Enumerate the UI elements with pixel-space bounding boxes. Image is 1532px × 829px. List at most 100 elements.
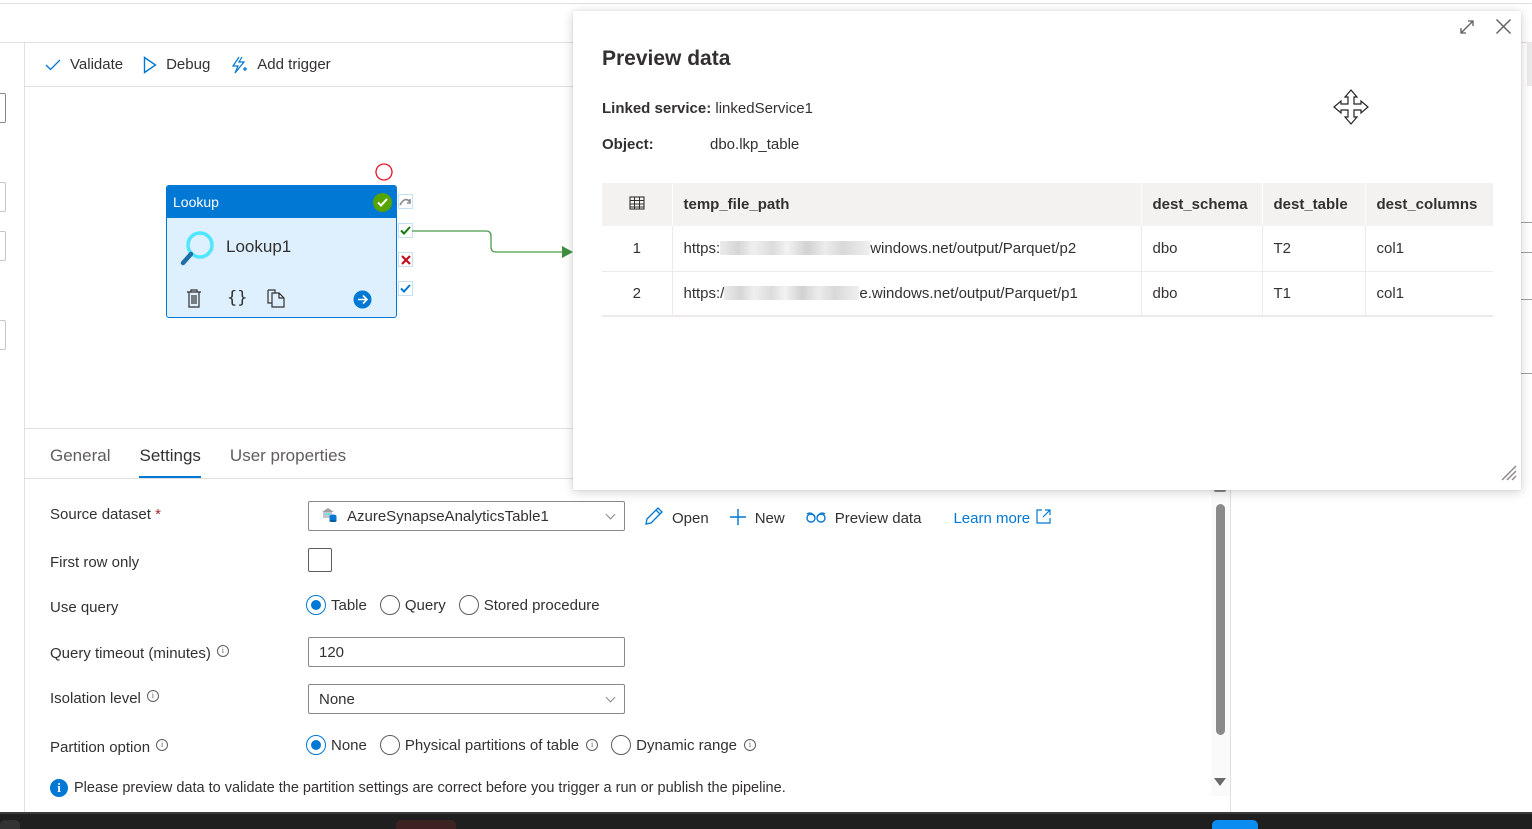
info-icon[interactable]: i [216,645,229,657]
redacted-blur [720,240,871,255]
query-timeout-input[interactable]: 120 [308,637,625,667]
partition-option-physical[interactable]: Physical partitions of table i [379,735,599,755]
isolation-level-select[interactable]: None [308,684,625,714]
skip-port-icon[interactable] [398,194,413,209]
partition-option-radio-group: None Physical partitions of table i Dynam… [306,735,769,755]
new-label: New [754,510,785,527]
copy-icon[interactable] [267,289,286,313]
info-filled-icon: i [50,779,68,797]
column-header[interactable]: dest_table [1261,183,1365,226]
navigate-arrow-icon[interactable] [353,290,372,314]
radio-unselected-icon [611,735,632,755]
learn-more-link[interactable]: Learn more [953,509,1051,528]
open-dataset-button[interactable]: Open [643,506,709,531]
first-row-only-label: First row only [50,554,140,571]
query-timeout-value: 120 [319,643,345,661]
column-header[interactable]: dest_schema [1140,183,1262,226]
use-query-radio-group: Table Query Stored procedure [306,595,613,615]
preview-data-button[interactable]: Preview data [805,510,921,527]
delete-icon[interactable] [186,289,202,313]
debug-label: Debug [166,56,211,73]
dest-table-cell: T1 [1261,271,1365,317]
info-icon[interactable]: i [156,739,169,751]
right-panel-divider [1521,373,1532,374]
dest-schema-cell: dbo [1140,271,1262,317]
row-index: 1 [602,226,672,272]
linked-service-row: Linked service: linkedService1 [602,100,813,117]
taskbar-button-active[interactable] [1212,820,1258,829]
code-braces-icon[interactable]: {} [227,288,247,308]
use-query-option-table[interactable]: Table [306,595,367,615]
canvas-divider [25,428,573,429]
app-window: Validate Debug Add trigger Lookup Lookup… [0,0,1532,829]
redacted-blur [724,285,860,300]
add-trigger-button[interactable]: Add trigger [230,56,331,74]
info-icon[interactable]: i [744,739,757,751]
close-icon[interactable] [1495,18,1512,40]
left-rail-item[interactable] [0,231,6,261]
required-marker: * [155,506,161,523]
tab-general[interactable]: General [50,446,110,478]
taskbar-button[interactable] [396,820,456,829]
use-query-option-stored-procedure[interactable]: Stored procedure [458,595,600,615]
preview-title: Preview data [602,47,731,70]
scrollbar-thumb[interactable] [1216,504,1225,735]
table-grid-icon [629,195,645,214]
temp-file-path-cell: https: windows.net/output/Parquet/p2 [671,226,1141,272]
left-rail-input[interactable] [0,93,6,123]
source-dataset-select[interactable]: AzureSynapseAnalyticsTable1 [308,501,625,531]
linked-service-label: Linked service: [602,100,712,117]
success-port-icon[interactable] [398,223,413,238]
learn-more-label: Learn more [953,510,1031,527]
properties-tabs: General Settings User properties [50,446,346,478]
column-header[interactable]: temp_file_path [671,183,1141,226]
partition-option-none[interactable]: None [306,735,367,755]
validate-button[interactable]: Validate [45,56,123,73]
checkmark-icon [45,58,61,72]
completion-port-icon[interactable] [398,281,413,296]
expand-icon[interactable] [1459,19,1475,40]
radio-unselected-icon [379,595,400,615]
chevron-down-icon [605,509,616,520]
lookup-activity-node[interactable]: Lookup Lookup1 {} [166,185,397,318]
success-status-icon [373,193,392,212]
info-icon[interactable]: i [146,690,159,702]
left-rail-item[interactable] [0,320,6,350]
table-row: 2 https:/ e.windows.net/output/Parquet/p1… [602,271,1493,317]
first-row-only-checkbox[interactable] [308,548,332,572]
new-dataset-button[interactable]: New [729,508,785,530]
dataset-actions: Open New Preview data Learn more [643,506,1051,531]
url-prefix: https:/ [683,284,725,302]
os-taskbar [0,812,1532,829]
info-icon[interactable]: i [586,739,599,751]
resize-handle-icon[interactable] [1501,465,1517,486]
failure-port-icon[interactable] [398,252,413,267]
scroll-down-arrow-icon[interactable] [1214,778,1226,786]
left-rail-item[interactable] [0,182,6,212]
radio-label: Table [331,596,367,614]
tab-user-properties[interactable]: User properties [230,446,346,478]
object-label: Object: [602,136,654,153]
linked-service-value: linkedService1 [715,100,813,117]
radio-label: Query [404,596,446,614]
use-query-option-query[interactable]: Query [379,595,446,615]
dest-columns-cell: col1 [1364,271,1493,317]
isolation-level-value: None [319,690,355,708]
isolation-level-label-text: Isolation level [50,690,141,707]
column-header[interactable]: dest_columns [1364,183,1493,226]
query-timeout-label-text: Query timeout (minutes) [50,645,211,662]
taskbar-button[interactable] [0,820,20,829]
preview-data-table: temp_file_path dest_schema dest_table de… [602,183,1493,317]
glasses-icon [805,510,827,527]
partition-option-label: Partition option i [50,739,169,756]
dest-table-cell: T2 [1261,226,1365,272]
play-icon [143,55,157,74]
partition-option-dynamic-range[interactable]: Dynamic range i [611,735,757,755]
right-panel-divider [1521,299,1532,300]
debug-button[interactable]: Debug [143,55,211,74]
success-link-connector[interactable] [412,228,577,263]
chevron-down-icon [605,692,616,703]
right-panel-divider [1521,252,1532,253]
preview-data-panel: Preview data Linked service: linkedServi… [573,11,1521,490]
tab-settings[interactable]: Settings [139,446,202,478]
